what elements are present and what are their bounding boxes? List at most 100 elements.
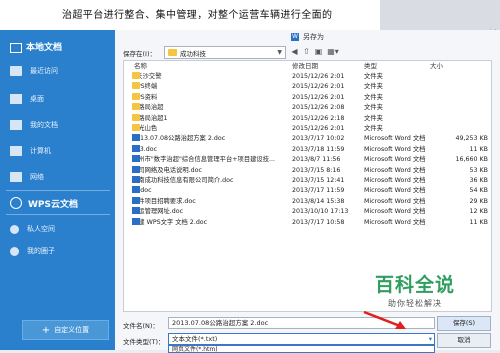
document-margin [380,0,500,30]
word-doc-icon [132,207,140,215]
file-type: Microsoft Word 文档 [364,208,426,216]
file-row[interactable]: 六.doc 2013/7/17 11:59 Microsoft Word 文档 54 … [124,186,491,196]
file-name: 普运管理网址.doc [132,207,290,217]
file-name: 公路局治超1 [132,113,290,124]
file-type: 文件夹 [364,93,383,101]
sidebar-header-local: 本地文档 [10,40,62,53]
file-name-text: 公司网络及电话说明.doc [132,166,202,174]
folder-icon [168,49,177,56]
person-icon [10,224,19,234]
filetype-label: 文件类型(T)： [123,338,165,346]
group-icon [10,246,19,256]
location-dropdown[interactable]: 成功科技 ▼ [164,46,286,59]
desktop-icon [10,94,22,104]
file-name: 湖光山色 [132,124,290,134]
file-name-text: 湖南成功科技信息有限公司简介.doc [132,177,234,184]
file-row[interactable]: GPS资料 2015/12/26 2:01 文件夹 [124,92,491,103]
sidebar-header-cloud[interactable]: WPS云文档 [6,192,112,214]
file-date: 2015/12/26 2:01 [292,83,345,91]
file-date: 2015/12/26 2:01 [292,73,345,80]
file-name: 2013.07.08公路治超方案 2.doc [132,134,290,144]
column-header-date[interactable]: 修改日期 [292,61,318,71]
file-date: 2013/8/7 11:56 [292,156,341,164]
filetype-option[interactable]: 网页文件(*.htm) [168,345,435,353]
file-type: Microsoft Word 文档 [364,156,426,164]
documents-icon [10,120,22,130]
file-row[interactable]: 湖南成功科技信息有限公司简介.doc 2013/7/15 12:41 Microso… [124,176,491,186]
folder-icon [132,82,140,90]
sidebar-item-network[interactable]: 网络 [6,166,112,188]
word-doc-icon [132,134,140,142]
folder-icon [132,72,140,79]
dialog-title-bar: W 另存为 [115,30,500,44]
file-row[interactable]: GPS终端 2015/12/26 2:01 文件夹 [124,82,491,92]
word-doc-icon [132,165,140,173]
divider [6,214,110,215]
wps-writer-icon: W [291,33,299,41]
new-folder-icon[interactable]: ▣ [313,46,324,57]
file-type: Microsoft Word 文档 [364,177,426,184]
file-size: 36 KB [469,177,488,184]
up-folder-icon[interactable]: ⇧ [301,46,312,57]
cancel-button[interactable]: 取消 [437,333,491,348]
sidebar-item-recent[interactable]: 最近访问 [6,60,112,82]
custom-location-button[interactable]: + 自定义位置 [22,320,109,340]
file-date: 2015/12/26 2:18 [292,114,345,122]
file-row[interactable]: 软件项目招聘要求.doc 2013/8/14 15:38 Microsoft Wor… [124,196,491,207]
back-icon[interactable]: ◀ [289,46,300,57]
document-text: 治超平台进行整合、集中管理，对整个运营车辆进行全面的 [62,10,333,21]
sidebar-item-computer[interactable]: 计算机 [6,140,112,162]
divider [6,190,110,191]
folder-icon [10,42,22,53]
watermark-subtitle: 助你轻松解决 [388,299,442,308]
sidebar: 本地文档 最近访问 桌面 我的文档 计算机 网络 WPS云文档 私人空间 我的圈… [0,30,115,350]
file-row[interactable]: 湖光山色 2015/12/26 2:01 文件夹 [124,124,491,134]
file-row[interactable]: 公路局治超1 2015/12/26 2:18 文件夹 [124,113,491,124]
file-row[interactable]: 普运管理网址.doc 2013/10/10 17:13 Microsoft Word… [124,207,491,217]
file-type: 文件夹 [364,73,383,80]
file-date: 2013/7/15 8:16 [292,166,341,174]
file-date: 2013/8/14 15:38 [292,197,345,205]
file-type: Microsoft Word 文档 [364,135,426,143]
word-doc-icon [132,155,140,163]
location-label: 保存在(I)： [123,50,156,58]
sidebar-item-my-groups[interactable]: 我的圈子 [6,240,112,262]
file-row[interactable]: A长沙交警 2015/12/26 2:01 文件夹 [124,72,491,82]
file-date: 2013/10/10 17:13 [292,208,349,216]
document-background: 治超平台进行整合、集中管理，对整个运营车辆进行全面的 [0,0,500,30]
network-icon [10,172,22,182]
file-type: Microsoft Word 文档 [364,218,426,226]
column-header-type[interactable]: 类型 [364,61,377,71]
file-row[interactable]: 公路局治超 2015/12/26 2:08 文件夹 [124,103,491,113]
computer-icon [10,146,22,156]
sidebar-item-private-space[interactable]: 私人空间 [6,218,112,240]
folder-icon [132,113,140,121]
chevron-down-icon: ▾ [428,335,432,343]
filetype-dropdown[interactable]: 文本文件(*.txt) ▾ [168,333,435,345]
filename-label: 文件名(N)： [123,322,159,330]
file-row[interactable]: 郴州市"数字治超"综合信息管理平台+项目建设技... 2013/8/7 11:56… [124,155,491,165]
watermark-title: 百科全说 [374,274,455,296]
file-row[interactable]: 2013.07.08公路治超方案 2.doc 2013/7/17 10:02 Mic… [124,134,491,144]
file-row[interactable]: 公司网络及电话说明.doc 2013/7/15 8:16 Microsoft Wor… [124,165,491,176]
folder-icon [132,124,140,131]
file-type: 文件夹 [364,83,383,91]
sidebar-item-documents[interactable]: 我的文档 [6,114,112,136]
cloud-icon [10,197,22,209]
view-menu-icon[interactable]: ▦▾ [325,46,341,57]
clock-icon [10,66,22,76]
file-name-text: 新建 WPS文字 文档 2.doc [132,218,208,226]
file-size: 49,253 KB [455,135,488,143]
file-name: GPS终端 [132,82,290,92]
file-row[interactable]: 新建 WPS文字 文档 2.doc 2013/7/17 10:58 Microsof… [124,217,491,228]
column-header-name[interactable]: 名称 [134,61,147,71]
file-name: 新建 WPS文字 文档 2.doc [132,217,290,228]
file-date: 2013/7/17 10:58 [292,218,345,226]
column-header-size[interactable]: 大小 [430,61,443,71]
file-size: 54 KB [469,187,488,195]
file-type: Microsoft Word 文档 [364,145,426,153]
file-name-text: 软件项目招聘要求.doc [132,197,196,205]
file-row[interactable]: x83.doc 2013/7/18 11:59 Microsoft Word 文档 1… [124,144,491,155]
file-date: 2015/12/26 2:08 [292,104,345,112]
sidebar-item-desktop[interactable]: 桌面 [6,88,112,110]
